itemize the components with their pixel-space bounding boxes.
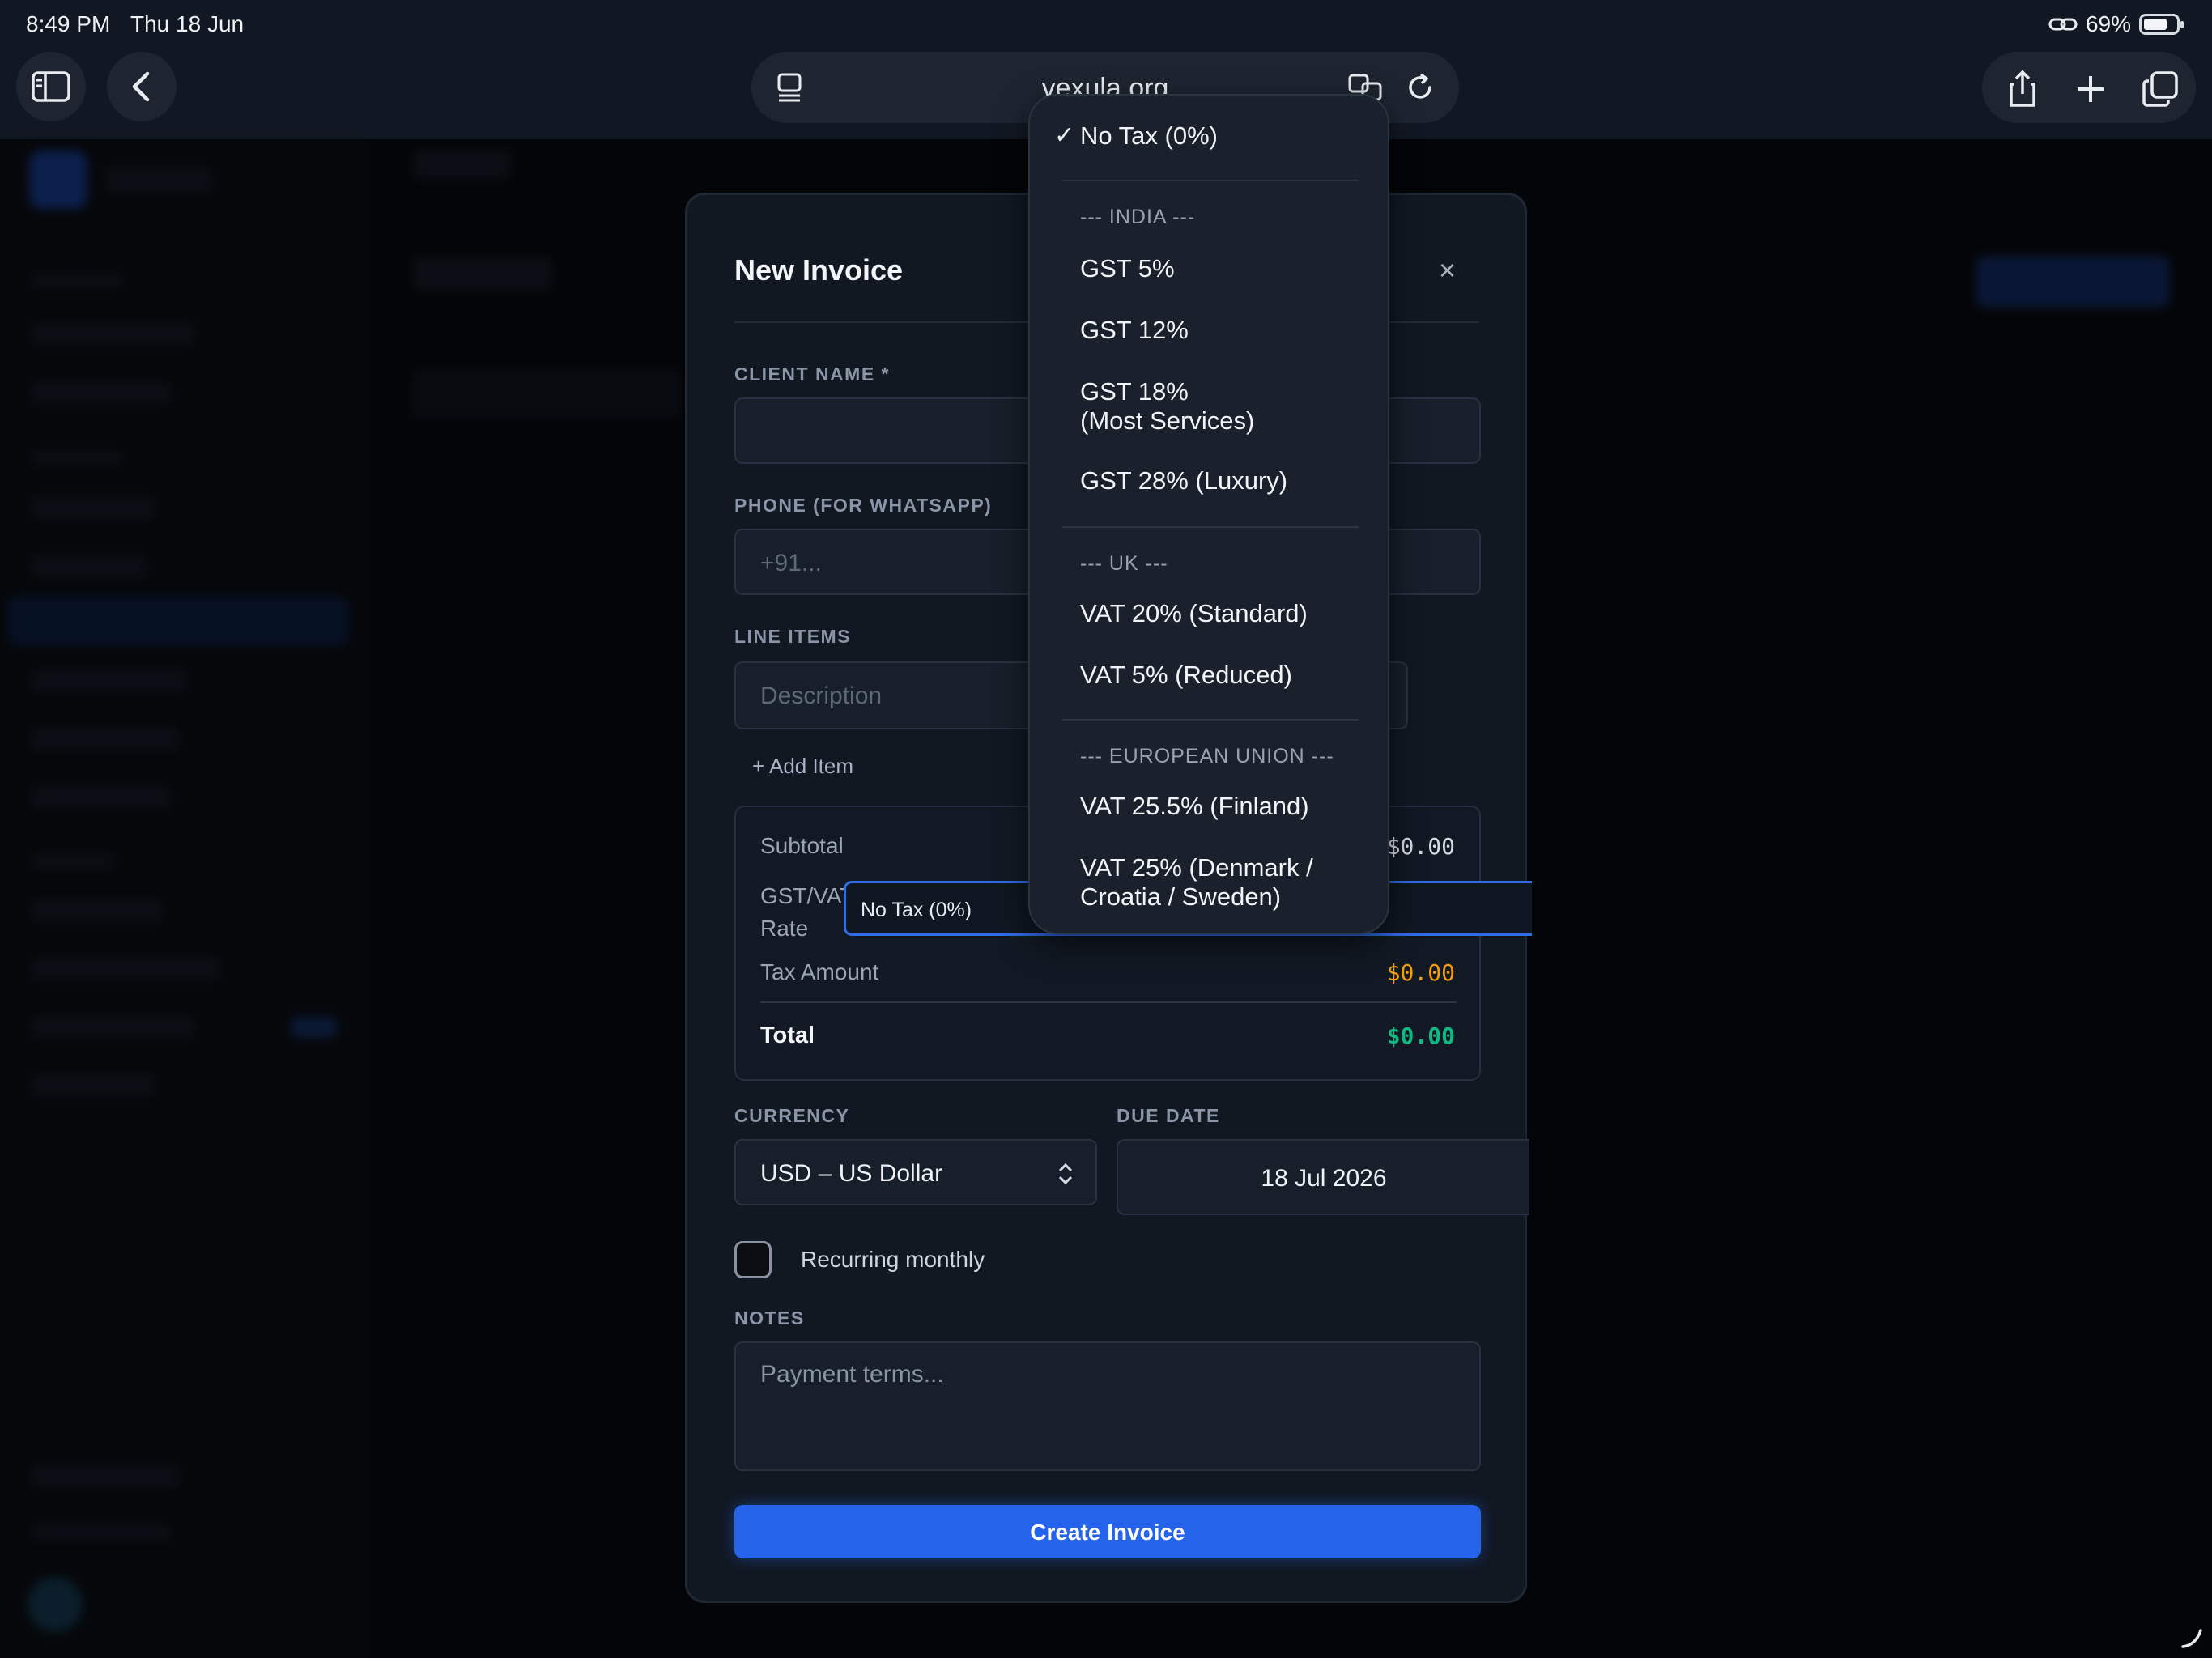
option-vat-25-5[interactable]: VAT 25.5% (Finland)	[1080, 792, 1309, 821]
share-icon[interactable]	[2003, 70, 2042, 108]
total-label: Total	[760, 1022, 815, 1048]
back-icon	[132, 71, 150, 102]
option-gst-18[interactable]: GST 18%	[1080, 377, 1189, 406]
select-arrows-icon	[1058, 1163, 1073, 1185]
battery-percent: 69%	[2085, 11, 2131, 36]
phone-placeholder: +91...	[760, 550, 822, 576]
create-invoice-button[interactable]: Create Invoice	[734, 1505, 1481, 1558]
toolbar-right-group	[1982, 52, 2196, 123]
subtotal-value: $0.00	[1386, 833, 1455, 860]
recurring-label: Recurring monthly	[801, 1247, 985, 1272]
option-no-tax[interactable]: No Tax (0%)	[1080, 121, 1218, 151]
sidebar-icon	[32, 71, 70, 102]
dropdown-separator	[1062, 719, 1359, 721]
tax-rate-dropdown: ✓ No Tax (0%) --- INDIA --- GST 5% GST 1…	[1028, 94, 1389, 934]
tax-rate-value: No Tax (0%)	[861, 899, 972, 921]
status-right: 69%	[2048, 11, 2184, 37]
notes-label: NOTES	[734, 1307, 805, 1329]
phone-label: PHONE (FOR WHATSAPP)	[734, 495, 993, 516]
currency-value: USD – US Dollar	[760, 1160, 943, 1187]
sidebar-toggle-button[interactable]	[16, 52, 86, 121]
tax-amount-value: $0.00	[1386, 959, 1455, 986]
currency-select[interactable]: USD – US Dollar	[734, 1139, 1097, 1205]
tax-amount-label: Tax Amount	[760, 959, 879, 984]
add-item-button[interactable]: + Add Item	[752, 754, 853, 779]
link-icon	[2048, 18, 2078, 31]
due-date-label: DUE DATE	[1117, 1105, 1220, 1126]
recurring-checkbox[interactable]	[734, 1241, 772, 1278]
option-vat-20[interactable]: VAT 20% (Standard)	[1080, 599, 1308, 628]
battery-icon	[2139, 14, 2184, 35]
create-invoice-label: Create Invoice	[1030, 1520, 1185, 1545]
subtotal-label: Subtotal	[760, 833, 844, 858]
option-gst-18-note[interactable]: (Most Services)	[1080, 406, 1254, 436]
total-value: $0.00	[1386, 1022, 1455, 1049]
rate-label-line2: Rate	[760, 916, 809, 941]
rate-label-line1: GST/VAT	[760, 883, 854, 908]
option-vat-5[interactable]: VAT 5% (Reduced)	[1080, 661, 1292, 690]
due-date-input[interactable]: 18 Jul 2026	[1117, 1139, 1529, 1215]
close-icon[interactable]: ×	[1439, 253, 1456, 287]
dropdown-separator	[1062, 180, 1359, 181]
status-time: 8:49 PM	[26, 11, 111, 36]
option-gst-28[interactable]: GST 28% (Luxury)	[1080, 466, 1287, 495]
group-eu: --- EUROPEAN UNION ---	[1080, 745, 1334, 767]
plus-icon[interactable]	[2071, 70, 2110, 108]
modal-title: New Invoice	[734, 253, 904, 287]
summary-divider	[760, 1001, 1457, 1003]
description-placeholder: Description	[760, 682, 883, 709]
option-gst-12[interactable]: GST 12%	[1080, 316, 1189, 345]
resize-handle-icon[interactable]	[2180, 1626, 2204, 1650]
notes-placeholder: Payment terms...	[760, 1361, 944, 1388]
checkmark-icon: ✓	[1054, 122, 1075, 149]
tabs-icon[interactable]	[2141, 70, 2180, 108]
option-vat-25-countries[interactable]: Croatia / Sweden)	[1080, 882, 1281, 912]
currency-label: CURRENCY	[734, 1105, 850, 1126]
group-india: --- INDIA ---	[1080, 206, 1196, 228]
dropdown-separator	[1062, 526, 1359, 528]
reload-icon[interactable]	[1404, 71, 1436, 104]
line-items-label: LINE ITEMS	[734, 626, 852, 647]
back-button[interactable]	[107, 52, 177, 121]
notes-textarea[interactable]: Payment terms...	[734, 1341, 1481, 1471]
status-bar: 8:49 PM Thu 18 Jun 69%	[0, 0, 2212, 50]
client-name-label: CLIENT NAME *	[734, 363, 890, 385]
status-date: Thu 18 Jun	[130, 11, 245, 36]
group-uk: --- UK ---	[1080, 552, 1168, 575]
option-gst-5[interactable]: GST 5%	[1080, 254, 1175, 283]
option-vat-25[interactable]: VAT 25% (Denmark /	[1080, 853, 1313, 882]
due-date-value: 18 Jul 2026	[1261, 1165, 1387, 1192]
